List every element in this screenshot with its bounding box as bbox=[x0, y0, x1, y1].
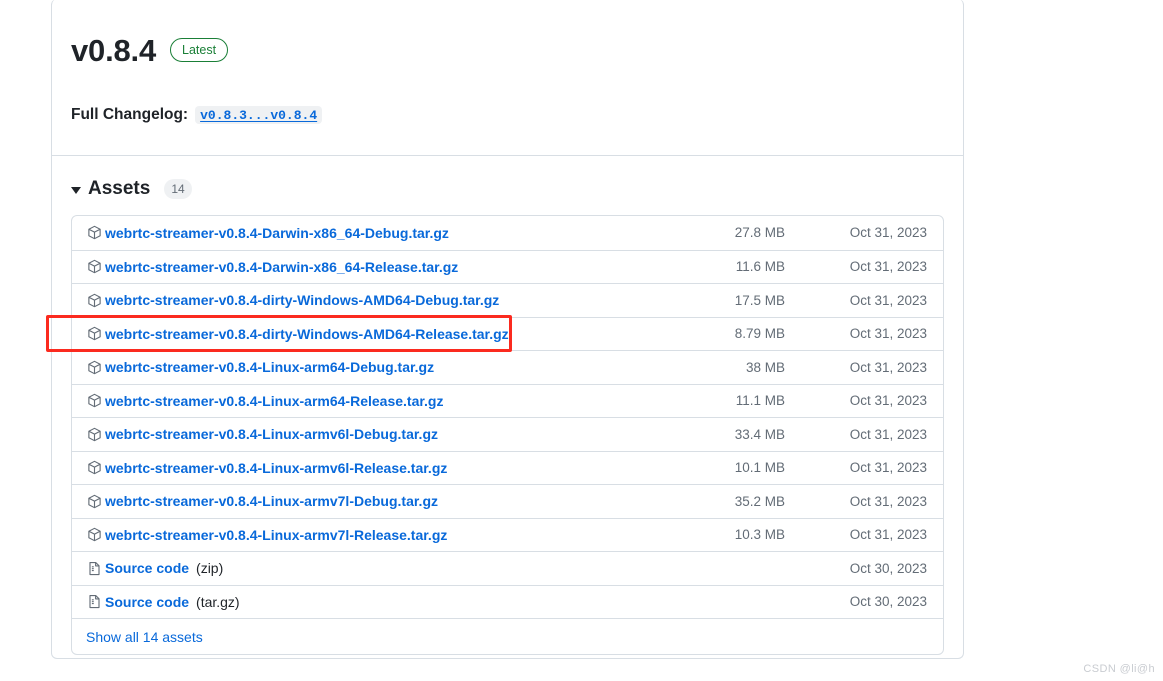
asset-name-cell[interactable]: Source code (tar.gz) bbox=[86, 594, 669, 610]
package-icon bbox=[86, 326, 102, 342]
asset-date: Oct 30, 2023 bbox=[849, 594, 927, 610]
table-row[interactable]: webrtc-streamer-v0.8.4-Linux-armv6l-Rele… bbox=[72, 450, 943, 485]
package-icon bbox=[86, 460, 102, 476]
assets-row-container: webrtc-streamer-v0.8.4-Darwin-x86_64-Deb… bbox=[72, 216, 943, 618]
asset-size: 38 MB bbox=[745, 359, 785, 375]
asset-date: Oct 31, 2023 bbox=[849, 426, 927, 442]
asset-download-link[interactable]: Source code bbox=[105, 594, 189, 610]
changelog-row: Full Changelog: v0.8.3...v0.8.4 bbox=[71, 106, 939, 124]
package-icon bbox=[86, 259, 102, 275]
asset-size: 17.5 MB bbox=[734, 292, 785, 308]
assets-count-badge: 14 bbox=[164, 179, 192, 199]
asset-size: 11.1 MB bbox=[735, 393, 785, 409]
asset-name-cell[interactable]: webrtc-streamer-v0.8.4-Linux-arm64-Debug… bbox=[86, 359, 669, 375]
asset-name-cell[interactable]: webrtc-streamer-v0.8.4-Linux-arm64-Relea… bbox=[86, 393, 669, 409]
triangle-down-icon bbox=[71, 186, 81, 194]
asset-download-link[interactable]: webrtc-streamer-v0.8.4-dirty-Windows-AMD… bbox=[105, 292, 499, 308]
table-row[interactable]: webrtc-streamer-v0.8.4-Linux-armv6l-Debu… bbox=[72, 417, 943, 451]
asset-date: Oct 30, 2023 bbox=[849, 560, 927, 576]
package-icon bbox=[86, 527, 102, 543]
asset-date: Oct 31, 2023 bbox=[849, 259, 927, 275]
asset-download-link[interactable]: webrtc-streamer-v0.8.4-Linux-armv7l-Debu… bbox=[105, 493, 438, 509]
asset-date: Oct 31, 2023 bbox=[849, 493, 927, 509]
table-row[interactable]: Source code (zip) Oct 30, 2023 bbox=[72, 551, 943, 585]
asset-download-link[interactable]: webrtc-streamer-v0.8.4-Linux-armv6l-Rele… bbox=[105, 460, 447, 476]
table-row[interactable]: Source code (tar.gz) Oct 30, 2023 bbox=[72, 584, 943, 619]
asset-download-link[interactable]: webrtc-streamer-v0.8.4-dirty-Windows-AMD… bbox=[105, 326, 509, 342]
asset-name-cell[interactable]: webrtc-streamer-v0.8.4-dirty-Windows-AMD… bbox=[86, 292, 669, 308]
asset-download-link[interactable]: webrtc-streamer-v0.8.4-Linux-armv6l-Debu… bbox=[105, 426, 438, 442]
asset-download-link[interactable]: Source code bbox=[105, 560, 189, 576]
asset-size: 35.2 MB bbox=[734, 493, 785, 509]
package-icon bbox=[86, 426, 102, 442]
package-icon bbox=[86, 225, 102, 241]
asset-name-cell[interactable]: webrtc-streamer-v0.8.4-Linux-armv7l-Rele… bbox=[86, 527, 669, 543]
asset-name-cell[interactable]: webrtc-streamer-v0.8.4-Linux-armv7l-Debu… bbox=[86, 493, 669, 509]
release-title-row: v0.8.4 Latest bbox=[71, 29, 939, 71]
asset-size: 8.79 MB bbox=[734, 326, 785, 342]
changelog-label: Full Changelog: bbox=[71, 106, 189, 123]
package-icon bbox=[86, 393, 102, 409]
assets-disclosure-toggle[interactable]: Assets bbox=[71, 178, 150, 200]
asset-date: Oct 31, 2023 bbox=[849, 393, 927, 409]
table-row[interactable]: webrtc-streamer-v0.8.4-Linux-armv7l-Rele… bbox=[72, 517, 943, 552]
asset-download-link[interactable]: webrtc-streamer-v0.8.4-Linux-arm64-Relea… bbox=[105, 393, 443, 409]
release-card: v0.8.4 Latest Full Changelog: v0.8.3...v… bbox=[51, 0, 964, 659]
status-badge: Latest bbox=[170, 38, 229, 62]
assets-section: Assets 14 webrtc-streamer-v0.8.4-Darwin-… bbox=[52, 156, 963, 675]
release-page: v0.8.4 Latest Full Changelog: v0.8.3...v… bbox=[0, 0, 1163, 681]
asset-date: Oct 31, 2023 bbox=[849, 359, 927, 375]
file-code-icon bbox=[86, 594, 102, 610]
asset-download-link[interactable]: webrtc-streamer-v0.8.4-Linux-armv7l-Rele… bbox=[105, 527, 447, 543]
table-row[interactable]: webrtc-streamer-v0.8.4-dirty-Windows-AMD… bbox=[72, 283, 943, 317]
table-row[interactable]: webrtc-streamer-v0.8.4-Darwin-x86_64-Rel… bbox=[72, 249, 943, 284]
asset-date: Oct 31, 2023 bbox=[849, 326, 927, 342]
release-header: v0.8.4 Latest Full Changelog: v0.8.3...v… bbox=[52, 0, 963, 156]
asset-size: 10.3 MB bbox=[734, 527, 785, 543]
package-icon bbox=[86, 493, 102, 509]
asset-name-cell[interactable]: webrtc-streamer-v0.8.4-Darwin-x86_64-Rel… bbox=[86, 259, 669, 275]
asset-download-link[interactable]: webrtc-streamer-v0.8.4-Darwin-x86_64-Rel… bbox=[105, 259, 458, 275]
show-all-assets-link[interactable]: Show all 14 assets bbox=[86, 629, 203, 645]
table-row[interactable]: webrtc-streamer-v0.8.4-Linux-armv7l-Debu… bbox=[72, 484, 943, 518]
asset-download-link[interactable]: webrtc-streamer-v0.8.4-Darwin-x86_64-Deb… bbox=[105, 225, 449, 241]
assets-header: Assets 14 bbox=[71, 178, 944, 200]
watermark: CSDN @li@h bbox=[1083, 663, 1155, 675]
table-row[interactable]: webrtc-streamer-v0.8.4-Darwin-x86_64-Deb… bbox=[72, 216, 943, 250]
table-row[interactable]: webrtc-streamer-v0.8.4-Linux-arm64-Relea… bbox=[72, 383, 943, 418]
asset-size: 27.8 MB bbox=[734, 225, 785, 241]
table-row[interactable]: webrtc-streamer-v0.8.4-Linux-arm64-Debug… bbox=[72, 350, 943, 384]
asset-date: Oct 31, 2023 bbox=[849, 225, 927, 241]
asset-name-cell[interactable]: Source code (zip) bbox=[86, 560, 669, 576]
asset-date: Oct 31, 2023 bbox=[849, 460, 927, 476]
asset-download-link[interactable]: webrtc-streamer-v0.8.4-Linux-arm64-Debug… bbox=[105, 359, 434, 375]
table-row[interactable]: webrtc-streamer-v0.8.4-dirty-Windows-AMD… bbox=[72, 316, 943, 351]
asset-format-label: (zip) bbox=[196, 560, 224, 577]
assets-table: webrtc-streamer-v0.8.4-Darwin-x86_64-Deb… bbox=[71, 215, 944, 655]
asset-name-cell[interactable]: webrtc-streamer-v0.8.4-Linux-armv6l-Rele… bbox=[86, 460, 669, 476]
asset-date: Oct 31, 2023 bbox=[849, 527, 927, 543]
asset-size: 10.1 MB bbox=[734, 460, 785, 476]
file-code-icon bbox=[86, 560, 102, 576]
assets-title: Assets bbox=[88, 178, 151, 199]
package-icon bbox=[86, 359, 102, 375]
asset-size: 11.6 MB bbox=[735, 259, 785, 275]
package-icon bbox=[86, 292, 102, 308]
asset-date: Oct 31, 2023 bbox=[849, 292, 927, 308]
asset-name-cell[interactable]: webrtc-streamer-v0.8.4-dirty-Windows-AMD… bbox=[86, 326, 669, 342]
asset-format-label: (tar.gz) bbox=[196, 593, 240, 610]
asset-name-cell[interactable]: webrtc-streamer-v0.8.4-Linux-armv6l-Debu… bbox=[86, 426, 669, 442]
asset-size: 33.4 MB bbox=[734, 426, 785, 442]
page-title: v0.8.4 bbox=[71, 32, 156, 68]
show-all-assets-row[interactable]: Show all 14 assets bbox=[72, 618, 943, 654]
changelog-compare-link[interactable]: v0.8.3...v0.8.4 bbox=[195, 106, 323, 124]
asset-name-cell[interactable]: webrtc-streamer-v0.8.4-Darwin-x86_64-Deb… bbox=[86, 225, 669, 241]
